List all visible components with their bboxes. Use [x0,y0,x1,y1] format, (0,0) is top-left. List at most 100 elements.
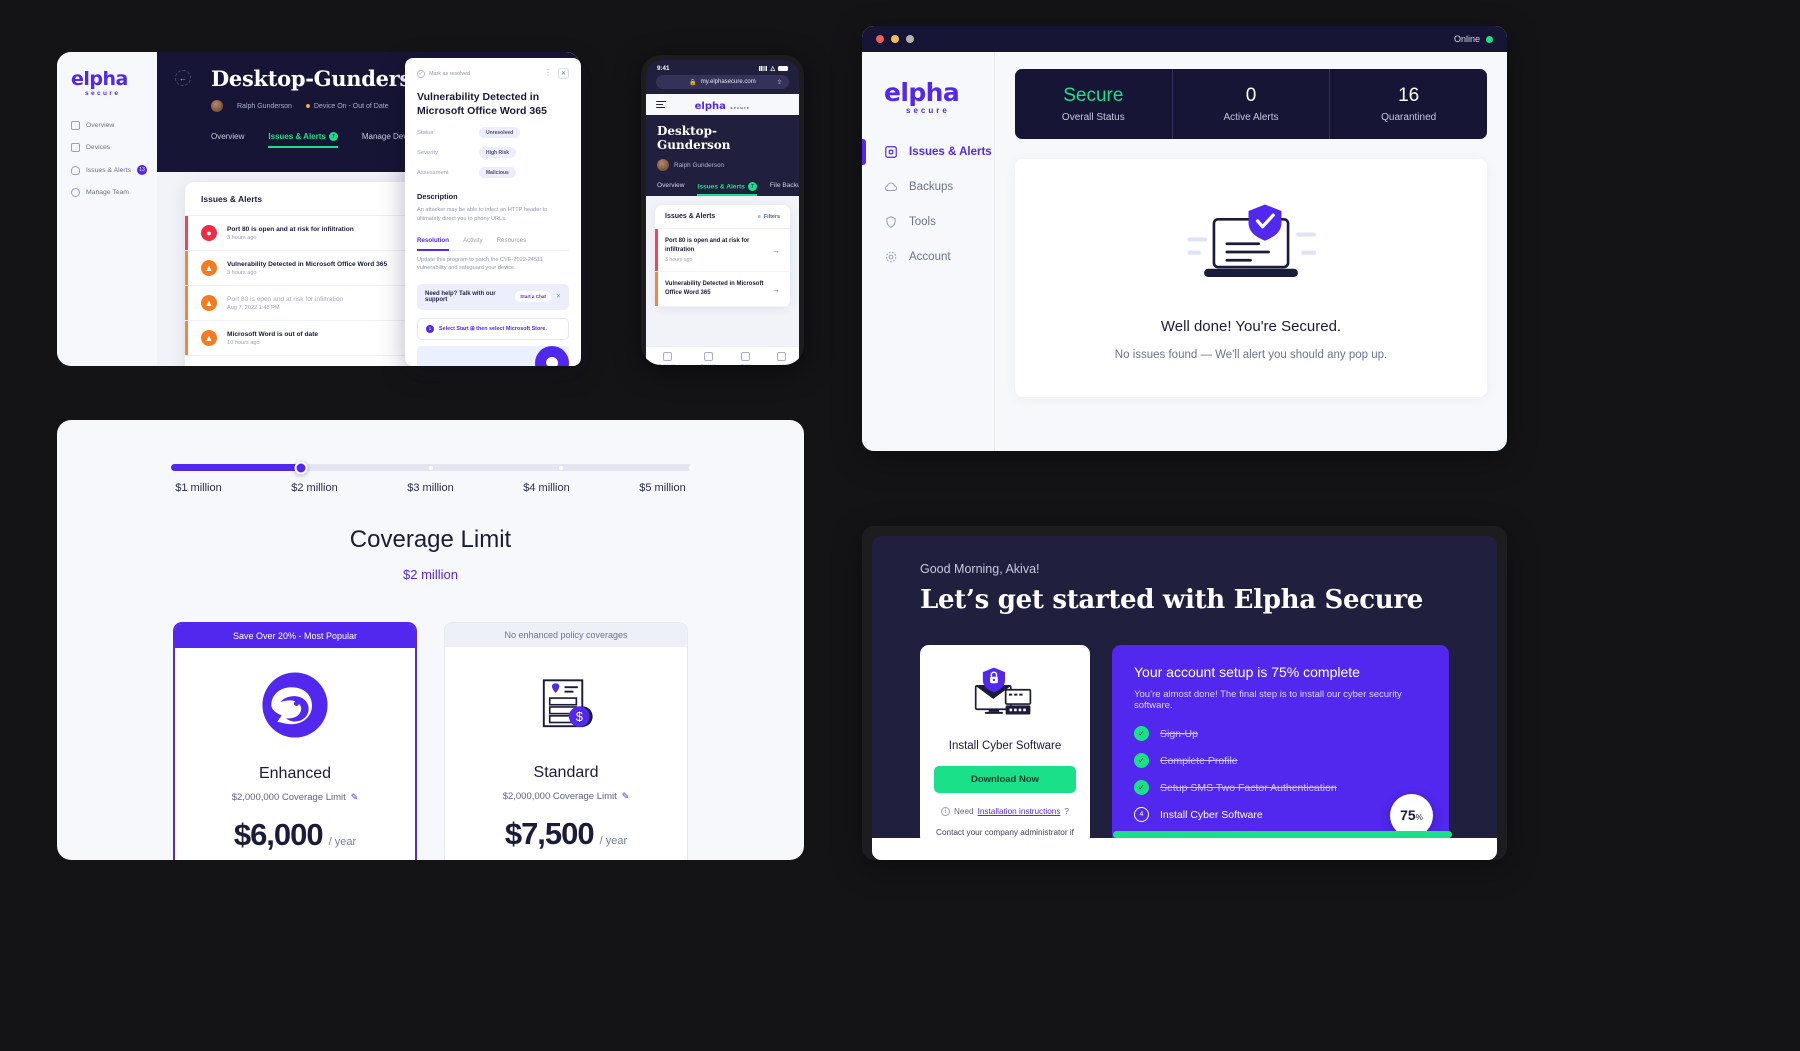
filters-button[interactable]: ≡ Filters [758,214,780,220]
desktop-sidebar: elpha secure Overview Devices Issues & A… [57,52,157,366]
brand-logo: elpha secure [71,68,147,98]
close-icon[interactable]: ✕ [556,293,561,300]
minimize-icon[interactable] [891,35,899,43]
sidebar-item-issues-alerts[interactable]: Issues & Alerts [862,139,994,165]
dashboard-main: Secure Overall Status 0 Active Alerts 16… [995,52,1507,451]
alert-title: Vulnerability Detected in Microsoft Offi… [227,260,388,268]
mark-resolved-button[interactable]: ✓ Mark as resolved [417,69,470,78]
tabbar-item-team[interactable]: Team [741,352,751,365]
tab-activity[interactable]: Activity [463,237,483,250]
online-label: Online [1453,34,1480,44]
tab-issues-alerts[interactable]: Issues & Alerts 7 [697,182,758,196]
back-arrow-icon[interactable]: ← [175,70,191,86]
maximize-icon[interactable] [906,35,914,43]
people-icon [741,352,751,361]
alert-square-icon [885,146,897,158]
wifi-icon: △ [770,66,775,72]
sidebar-item-overview[interactable]: Overview [71,121,147,130]
slider-tick-label: $1 million [175,482,222,494]
sidebar-item-tools[interactable]: Tools [862,215,994,229]
coverage-slider[interactable]: $1 million $2 million $3 million $4 mill… [170,461,693,494]
bell-icon [71,165,80,175]
tab-issues-alerts[interactable]: Issues & Alerts 7 [268,132,338,149]
list-item[interactable]: Port 80 is open and at risk for infiltra… [655,229,790,273]
list-item[interactable]: Vulnerability Detected in Microsoft Offi… [655,272,790,307]
svg-text:$: $ [576,710,583,724]
sidebar-item-devices[interactable]: Devices [71,143,147,152]
tabbar-label: Devices [701,363,716,365]
slider-fill [170,464,301,471]
slider-track[interactable] [170,461,693,474]
alert-title: Microsoft Word is out of date [227,330,319,338]
detail-field-severity: Severity High Risk [417,147,569,159]
progress-bar [1113,831,1452,838]
close-icon[interactable]: ✕ [558,68,569,79]
warning-icon: ▲ [201,295,217,311]
phone-tab-bar: Overview Devices Team Alerts [646,346,799,365]
dashboard-sidebar: elpha secure Issues & Alerts Backups Too… [862,52,995,451]
sidebar-item-issues-alerts[interactable]: Issues & Alerts 13 [71,165,147,175]
tab-file-backups[interactable]: File Backups [770,182,799,196]
chevron-right-icon: → [772,284,780,294]
status-dot-icon [305,103,310,108]
plan-body: $ Standard $2,000,000 Coverage Limit ✎ $… [445,647,687,860]
avatar [657,159,669,171]
step-label: Sign-Up [1160,727,1198,740]
browser-url-bar[interactable]: 🔒 my.elphasecure.com ⇧ [656,75,789,89]
bell-icon [776,352,786,361]
installation-instructions-link[interactable]: Installation instructions [978,807,1061,816]
share-icon[interactable]: ⇧ [777,79,782,86]
field-key: Assessment [417,169,449,176]
detail-toolbar: ✓ Mark as resolved ⋮ ✕ [417,68,569,79]
setup-progress-card: Your account setup is 75% complete You’r… [1112,645,1449,845]
hamburger-menu-icon[interactable] [656,101,666,108]
brand-logo: elpha secure [695,96,751,114]
alert-time: Aug 7, 2022 1:48 PM [227,304,280,311]
dashboard-window: Online elpha secure Issues & Alerts Back… [862,26,1507,451]
plan-ribbon: No enhanced policy coverages [445,623,687,647]
start-chat-button[interactable]: Start a Chat [515,291,551,303]
severity-badge: High Risk [479,147,517,159]
sidebar-item-backups[interactable]: Backups [862,180,994,194]
info-icon: i [941,807,951,816]
detail-field-status: Status Unresolved [417,127,569,139]
tabbar-item-overview[interactable]: Overview [658,352,676,365]
install-shield-icon [974,667,1032,715]
online-status: Online [1454,34,1493,44]
kebab-menu-icon[interactable]: ⋮ [544,69,552,77]
phone-content: Issues & Alerts ≡ Filters Port 80 is ope… [646,196,799,346]
close-icon[interactable] [876,35,884,43]
plan-cards: Save Over 20% - Most Popular Enhanced $2… [57,622,804,860]
sidebar-item-manage-team[interactable]: Manage Team [71,188,147,197]
stat-label: Quarantined [1381,112,1437,123]
brand-name: elpha [71,68,128,90]
tabbar-item-devices[interactable]: Devices [701,352,716,365]
secured-subtitle: No issues found — We'll alert you should… [1114,348,1388,361]
slider-tick-label: $2 million [291,482,338,494]
tab-overview[interactable]: Overview [211,132,244,148]
device-owner-row: Ralph Gunderson [657,159,788,171]
window-footer [872,838,1497,860]
edit-pencil-icon[interactable]: ✎ [622,791,630,802]
step-sign-up: ✓ Sign-Up [1134,726,1427,741]
tab-overview[interactable]: Overview [657,182,684,196]
edit-pencil-icon[interactable]: ✎ [351,792,359,803]
tabbar-item-alerts[interactable]: Alerts [776,352,787,365]
slider-handle[interactable] [294,461,307,474]
detail-tabs: Resolution Activity Resources [417,237,569,251]
slider-tick-label: $4 million [523,482,570,494]
window-controls [876,35,914,43]
download-now-button[interactable]: Download Now [934,766,1076,793]
stat-overall-status: Secure Overall Status [1015,69,1173,139]
status-badge: Unresolved [479,127,521,139]
plan-limit: $2,000,000 Coverage Limit ✎ [231,792,359,803]
plan-price-row: $7,500 / year [463,816,669,852]
tab-resolution[interactable]: Resolution [417,237,449,251]
field-key: Severity [417,149,438,156]
tab-resources[interactable]: Resources [497,237,527,250]
brand-logo: elpha secure [862,80,994,115]
chart-icon [71,121,80,130]
brand-sub: secure [906,106,950,115]
sidebar-item-account[interactable]: Account [862,250,994,264]
alert-time: 3 hours ago [227,234,257,241]
